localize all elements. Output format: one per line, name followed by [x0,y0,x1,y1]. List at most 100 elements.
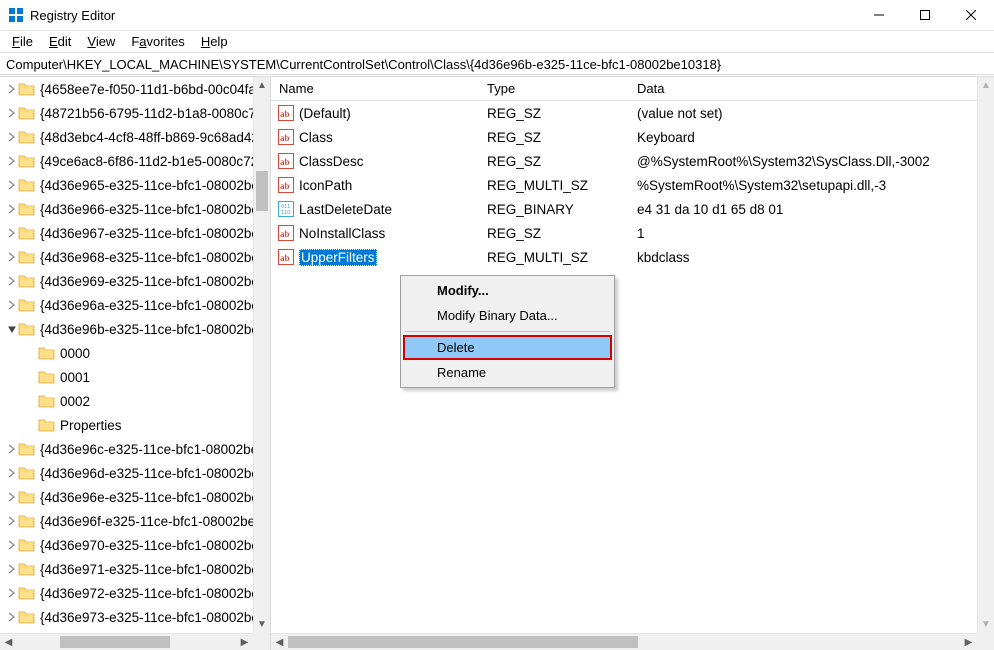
chevron-right-icon[interactable] [2,130,18,145]
column-name[interactable]: Name [271,77,479,100]
context-menu-delete[interactable]: Delete [403,335,612,360]
tree-item-label: {4d36e965-e325-11ce-bfc1-08002be10318} [40,178,253,193]
chevron-right-icon[interactable] [2,610,18,625]
tree-item[interactable]: {4d36e96d-e325-11ce-bfc1-08002be10318} [0,461,253,485]
tree-item-label: {4d36e96c-e325-11ce-bfc1-08002be10318} [40,442,253,457]
chevron-right-icon[interactable] [2,298,18,313]
chevron-right-icon[interactable] [2,562,18,577]
address-bar[interactable]: Computer\HKEY_LOCAL_MACHINE\SYSTEM\Curre… [0,52,994,75]
chevron-right-icon[interactable] [2,514,18,529]
tree-item-label: {4d36e973-e325-11ce-bfc1-08002be10318} [40,610,253,625]
tree-horizontal-scrollbar[interactable]: ◀ ▶ [0,633,253,650]
chevron-right-icon[interactable] [2,202,18,217]
tree-item[interactable]: {4d36e966-e325-11ce-bfc1-08002be10318} [0,197,253,221]
column-type[interactable]: Type [479,77,629,100]
maximize-button[interactable] [902,0,948,31]
scroll-thumb[interactable] [60,636,170,648]
value-name: NoInstallClass [299,226,385,241]
menu-separator [405,331,610,332]
menu-help[interactable]: Help [195,32,234,51]
value-row[interactable]: 011 110 LastDeleteDateREG_BINARYe4 31 da… [271,197,977,221]
svg-text:ab: ab [280,181,290,191]
menu-favorites[interactable]: Favorites [125,32,190,51]
scroll-thumb[interactable] [288,636,638,648]
context-menu-modify-binary[interactable]: Modify Binary Data... [403,303,612,328]
tree-item[interactable]: {4d36e970-e325-11ce-bfc1-08002be10318} [0,533,253,557]
tree-item-label: {4658ee7e-f050-11d1-b6bd-00c04fa372a7} [40,82,253,97]
tree-item[interactable]: {49ce6ac8-6f86-11d2-b1e5-0080c72e74a2} [0,149,253,173]
tree-item[interactable]: {4d36e96f-e325-11ce-bfc1-08002be10318} [0,509,253,533]
tree-vertical-scrollbar[interactable]: ▲ ▼ [253,77,270,633]
tree-item[interactable]: {4d36e96b-e325-11ce-bfc1-08002be10318} [0,317,253,341]
value-row[interactable]: ab ClassREG_SZKeyboard [271,125,977,149]
tree-item[interactable]: {4d36e965-e325-11ce-bfc1-08002be10318} [0,173,253,197]
context-menu-rename[interactable]: Rename [403,360,612,385]
tree-item[interactable]: {48721b56-6795-11d2-b1a8-0080c72e74a2} [0,101,253,125]
tree-item[interactable]: {4658ee7e-f050-11d1-b6bd-00c04fa372a7} [0,77,253,101]
minimize-button[interactable] [856,0,902,31]
value-name: ClassDesc [299,154,364,169]
chevron-right-icon[interactable] [2,466,18,481]
tree-item[interactable]: 0002 [0,389,253,413]
context-menu: Modify... Modify Binary Data... Delete R… [400,275,615,388]
value-row[interactable]: ab NoInstallClassREG_SZ1 [271,221,977,245]
chevron-right-icon[interactable] [2,442,18,457]
tree-item[interactable]: {4d36e96e-e325-11ce-bfc1-08002be10318} [0,485,253,509]
tree-item[interactable]: {4d36e968-e325-11ce-bfc1-08002be10318} [0,245,253,269]
tree-item[interactable]: 0001 [0,365,253,389]
context-menu-modify[interactable]: Modify... [403,278,612,303]
tree-item[interactable]: {4d36e971-e325-11ce-bfc1-08002be10318} [0,557,253,581]
value-name: (Default) [299,106,351,121]
chevron-right-icon[interactable] [2,538,18,553]
tree-item[interactable]: Properties [0,413,253,437]
tree-item[interactable]: {4d36e972-e325-11ce-bfc1-08002be10318} [0,581,253,605]
folder-icon [38,369,56,385]
chevron-right-icon[interactable] [2,226,18,241]
tree-item[interactable]: {4d36e96a-e325-11ce-bfc1-08002be10318} [0,293,253,317]
tree-item-label: {4d36e96e-e325-11ce-bfc1-08002be10318} [40,490,253,505]
value-data: 1 [629,226,977,241]
value-type: REG_SZ [479,106,629,121]
close-button[interactable] [948,0,994,31]
tree-item-label: {4d36e972-e325-11ce-bfc1-08002be10318} [40,586,253,601]
value-data: (value not set) [629,106,977,121]
scroll-thumb[interactable] [256,171,268,211]
chevron-down-icon[interactable] [2,322,18,337]
string-value-icon: ab [277,248,295,266]
value-row[interactable]: ab IconPathREG_MULTI_SZ%SystemRoot%\Syst… [271,173,977,197]
tree-item[interactable]: {4d36e96c-e325-11ce-bfc1-08002be10318} [0,437,253,461]
tree-item[interactable]: 0000 [0,341,253,365]
folder-icon [18,105,36,121]
chevron-right-icon[interactable] [2,178,18,193]
app-icon [8,7,24,23]
folder-icon [38,393,56,409]
column-data[interactable]: Data [629,77,994,100]
menu-file[interactable]: File [6,32,39,51]
list-horizontal-scrollbar[interactable]: ◀ ▶ [271,633,977,650]
menu-edit[interactable]: Edit [43,32,77,51]
chevron-right-icon[interactable] [2,106,18,121]
chevron-right-icon[interactable] [2,250,18,265]
list-vertical-scrollbar[interactable]: ▲▼ [977,77,994,633]
value-row[interactable]: ab (Default)REG_SZ(value not set) [271,101,977,125]
tree-item[interactable]: {4d36e969-e325-11ce-bfc1-08002be10318} [0,269,253,293]
title-bar: Registry Editor [0,0,994,31]
tree-item-label: {4d36e96d-e325-11ce-bfc1-08002be10318} [40,466,253,481]
folder-icon [18,249,36,265]
tree-item[interactable]: {4d36e967-e325-11ce-bfc1-08002be10318} [0,221,253,245]
value-name: UpperFilters [299,249,377,266]
value-type: REG_SZ [479,154,629,169]
tree-item[interactable]: {48d3ebc4-4cf8-48ff-b869-9c68ad42eb9f} [0,125,253,149]
tree-item[interactable]: {4d36e973-e325-11ce-bfc1-08002be10318} [0,605,253,629]
menu-view[interactable]: View [81,32,121,51]
chevron-right-icon[interactable] [2,274,18,289]
chevron-right-icon[interactable] [2,490,18,505]
folder-icon [18,225,36,241]
value-type: REG_MULTI_SZ [479,250,629,265]
folder-icon [18,273,36,289]
value-row[interactable]: ab ClassDescREG_SZ@%SystemRoot%\System32… [271,149,977,173]
chevron-right-icon[interactable] [2,154,18,169]
chevron-right-icon[interactable] [2,586,18,601]
value-row[interactable]: ab UpperFiltersREG_MULTI_SZkbdclass [271,245,977,269]
chevron-right-icon[interactable] [2,82,18,97]
